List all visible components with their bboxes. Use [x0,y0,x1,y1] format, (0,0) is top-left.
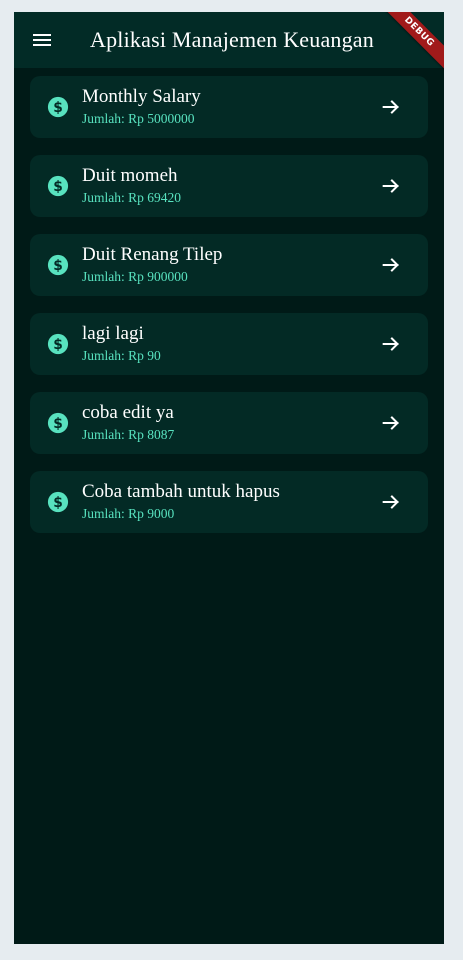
dollar-circle-icon: $ [47,491,69,513]
list-item[interactable]: $ Monthly Salary Jumlah: Rp 5000000 [30,76,428,138]
arrow-right-icon[interactable] [380,96,402,118]
svg-text:$: $ [53,100,63,116]
dollar-circle-icon: $ [47,333,69,355]
arrow-right-icon[interactable] [380,333,402,355]
item-amount: Jumlah: Rp 5000000 [82,111,195,126]
arrow-right-icon[interactable] [380,175,402,197]
svg-text:$: $ [53,416,63,432]
item-amount: Jumlah: Rp 9000 [82,506,175,521]
dollar-circle-icon: $ [47,175,69,197]
item-title: coba edit ya [82,402,174,423]
arrow-right-icon[interactable] [380,491,402,513]
list-item[interactable]: $ coba edit ya Jumlah: Rp 8087 [30,392,428,454]
list-item[interactable]: $ lagi lagi Jumlah: Rp 90 [30,313,428,375]
item-title: lagi lagi [82,323,144,344]
item-title: Monthly Salary [82,86,201,107]
svg-text:$: $ [53,179,63,195]
item-amount: Jumlah: Rp 69420 [82,190,182,205]
transaction-list: $ Monthly Salary Jumlah: Rp 5000000 $ Du… [30,76,428,550]
app-bar: Aplikasi Manajemen Keuangan [14,12,444,68]
menu-icon[interactable] [14,12,70,68]
dollar-circle-icon: $ [47,96,69,118]
item-title: Duit momeh [82,165,178,186]
svg-text:$: $ [53,258,63,274]
item-title: Coba tambah untuk hapus [82,481,280,502]
dollar-circle-icon: $ [47,254,69,276]
app-title: Aplikasi Manajemen Keuangan [90,27,374,52]
svg-text:$: $ [53,495,63,511]
list-item[interactable]: $ Duit Renang Tilep Jumlah: Rp 900000 [30,234,428,296]
arrow-right-icon[interactable] [380,412,402,434]
app-screen: Aplikasi Manajemen Keuangan DEBUG $ Mont… [14,12,444,944]
list-item[interactable]: $ Duit momeh Jumlah: Rp 69420 [30,155,428,217]
item-title: Duit Renang Tilep [82,244,223,265]
list-item[interactable]: $ Coba tambah untuk hapus Jumlah: Rp 900… [30,471,428,533]
dollar-circle-icon: $ [47,412,69,434]
item-amount: Jumlah: Rp 90 [82,348,161,363]
item-amount: Jumlah: Rp 900000 [82,269,188,284]
svg-text:$: $ [53,337,63,353]
arrow-right-icon[interactable] [380,254,402,276]
item-amount: Jumlah: Rp 8087 [82,427,175,442]
